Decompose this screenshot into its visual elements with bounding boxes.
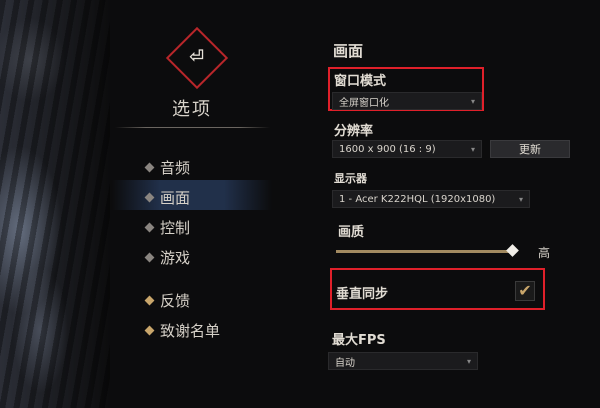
apply-resolution-button[interactable]: 更新 — [490, 140, 570, 158]
vsync-checkbox[interactable]: ✔ — [515, 281, 535, 301]
diamond-icon — [144, 162, 155, 173]
max-fps-label: 最大FPS — [332, 333, 386, 348]
back-button[interactable]: ⏎ — [165, 26, 229, 90]
nav-item-controls[interactable]: 控制 — [144, 217, 190, 238]
nav-item-graphics[interactable]: 画面 — [144, 187, 190, 208]
nav-item-feedback[interactable]: 反馈 — [144, 290, 190, 311]
section-title: 画面 — [333, 42, 364, 60]
chevron-down-icon: ▾ — [470, 96, 475, 106]
quality-label: 画质 — [338, 225, 365, 240]
diamond-icon — [144, 192, 155, 203]
background-art — [0, 0, 110, 408]
diamond-icon — [144, 325, 155, 336]
nav-item-audio[interactable]: 音频 — [144, 157, 190, 178]
resolution-select[interactable]: 1600 x 900 (16 : 9) ▾ — [332, 140, 482, 158]
title-divider — [115, 127, 270, 128]
window-mode-label: 窗口模式 — [334, 74, 387, 89]
selected-highlight — [112, 180, 272, 210]
quality-value-label: 高 — [538, 246, 551, 260]
nav-item-game[interactable]: 游戏 — [144, 247, 190, 268]
max-fps-select[interactable]: 自动 ▾ — [328, 352, 478, 370]
diamond-icon — [144, 252, 155, 263]
checkmark-icon: ✔ — [518, 281, 532, 300]
diamond-icon — [144, 222, 155, 233]
back-icon: ⏎ — [189, 47, 205, 68]
diamond-icon — [144, 295, 155, 306]
quality-slider-track[interactable] — [336, 250, 512, 253]
chevron-down-icon: ▾ — [470, 144, 475, 154]
chevron-down-icon: ▾ — [518, 194, 523, 204]
chevron-down-icon: ▾ — [466, 356, 471, 366]
vsync-label: 垂直同步 — [336, 287, 389, 302]
quality-slider-thumb[interactable] — [506, 244, 519, 257]
options-title: 选项 — [172, 99, 212, 120]
display-select[interactable]: 1 - Acer K222HQL (1920x1080) ▾ — [332, 190, 530, 208]
nav-item-credits[interactable]: 致谢名单 — [144, 320, 220, 341]
window-mode-select[interactable]: 全屏窗口化 ▾ — [332, 92, 482, 110]
display-label: 显示器 — [334, 172, 367, 185]
resolution-label: 分辨率 — [334, 124, 374, 139]
